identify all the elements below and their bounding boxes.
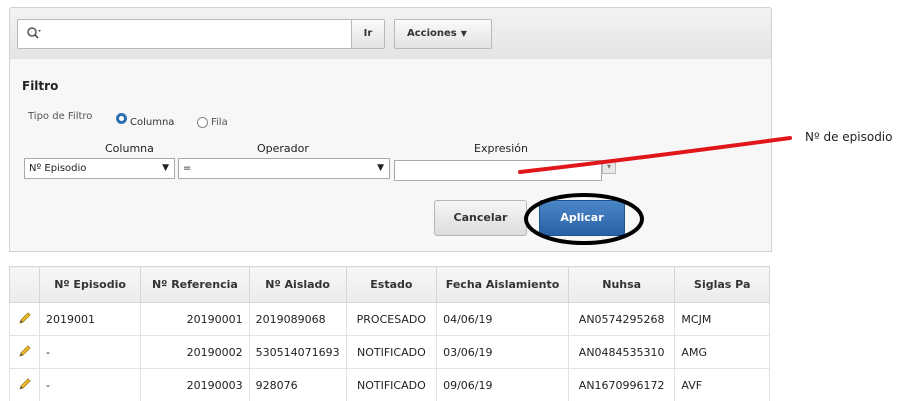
table-header-row: Nº Episodio Nº Referencia Nº Aislado Est… <box>9 266 770 303</box>
header-status[interactable]: Estado <box>345 266 438 303</box>
annotation-label: Nº de episodio <box>805 130 893 144</box>
operator-header: Operador <box>257 142 309 155</box>
table-row: - 20190002 530514071693 NOTIFICADO 03/06… <box>9 335 770 369</box>
chevron-down-icon: ▼ <box>162 163 169 173</box>
radio-row[interactable] <box>197 117 208 128</box>
radio-row-label: Fila <box>211 117 228 128</box>
cell-episode: - <box>38 368 142 401</box>
cell-status: PROCESADO <box>345 302 438 336</box>
chevron-down-icon: ▼ <box>377 163 384 173</box>
cell-isolation-date: 09/06/19 <box>436 368 569 401</box>
operator-select-value: = <box>183 163 192 174</box>
header-isolation-date[interactable]: Fecha Aislamiento <box>436 266 569 303</box>
cell-status: NOTIFICADO <box>345 368 438 401</box>
cell-episode: 2019001 <box>38 302 142 336</box>
header-reference[interactable]: Nº Referencia <box>140 266 250 303</box>
go-button[interactable]: Ir <box>351 19 385 49</box>
actions-menu-button[interactable]: Acciones ▼ <box>394 19 492 49</box>
operator-select[interactable]: = ▼ <box>178 158 390 179</box>
cell-nuhsa: AN0484535310 <box>567 335 676 369</box>
header-isolate[interactable]: Nº Aislado <box>248 266 347 303</box>
cell-nuhsa: AN0574295268 <box>567 302 676 336</box>
search-toolbar: Ir Acciones ▼ <box>9 7 772 60</box>
expression-input[interactable] <box>394 160 602 181</box>
header-nuhsa[interactable]: Nuhsa <box>567 266 676 303</box>
column-header: Columna <box>105 142 154 155</box>
cell-initials: AMG <box>674 335 770 369</box>
header-episode[interactable]: Nº Episodio <box>38 266 142 303</box>
edit-cell[interactable] <box>9 335 40 369</box>
search-icon[interactable] <box>26 26 42 42</box>
header-edit <box>9 266 40 303</box>
cell-isolation-date: 04/06/19 <box>436 302 569 336</box>
cell-isolate: 2019089068 <box>248 302 347 336</box>
edit-cell[interactable] <box>9 302 40 336</box>
table-row: - 20190003 928076 NOTIFICADO 09/06/19 AN… <box>9 368 770 401</box>
pencil-icon[interactable] <box>18 311 32 325</box>
cancel-button[interactable]: Cancelar <box>434 200 527 236</box>
cell-nuhsa: AN1670996172 <box>567 368 676 401</box>
cell-isolation-date: 03/06/19 <box>436 335 569 369</box>
cell-reference: 20190003 <box>140 368 250 401</box>
filter-panel: Filtro Tipo de Filtro Columna Fila Colum… <box>9 59 772 252</box>
radio-column[interactable] <box>116 113 127 124</box>
filter-type-label: Tipo de Filtro <box>28 111 93 122</box>
radio-column-label: Columna <box>130 117 175 128</box>
pencil-icon[interactable] <box>18 344 32 358</box>
actions-label: Acciones <box>407 28 457 39</box>
column-select[interactable]: Nº Episodio ▼ <box>24 158 175 179</box>
cell-status: NOTIFICADO <box>345 335 438 369</box>
cell-reference: 20190002 <box>140 335 250 369</box>
cell-initials: MCJM <box>674 302 770 336</box>
column-select-value: Nº Episodio <box>29 163 87 174</box>
apply-button[interactable]: Aplicar <box>539 200 625 236</box>
search-input[interactable] <box>17 19 353 49</box>
edit-cell[interactable] <box>9 368 40 401</box>
pencil-icon[interactable] <box>18 377 32 391</box>
chevron-down-icon: ▼ <box>460 29 467 38</box>
expression-picker-button[interactable]: ▾ <box>602 160 616 174</box>
cell-initials: AVF <box>674 368 770 401</box>
header-initials[interactable]: Siglas Pa <box>674 266 770 303</box>
cell-isolate: 530514071693 <box>248 335 347 369</box>
cell-isolate: 928076 <box>248 368 347 401</box>
results-table: Nº Episodio Nº Referencia Nº Aislado Est… <box>9 266 770 401</box>
table-row: 2019001 20190001 2019089068 PROCESADO 04… <box>9 302 770 336</box>
cell-reference: 20190001 <box>140 302 250 336</box>
filter-title: Filtro <box>22 79 59 93</box>
expression-header: Expresión <box>474 142 528 155</box>
cell-episode: - <box>38 335 142 369</box>
